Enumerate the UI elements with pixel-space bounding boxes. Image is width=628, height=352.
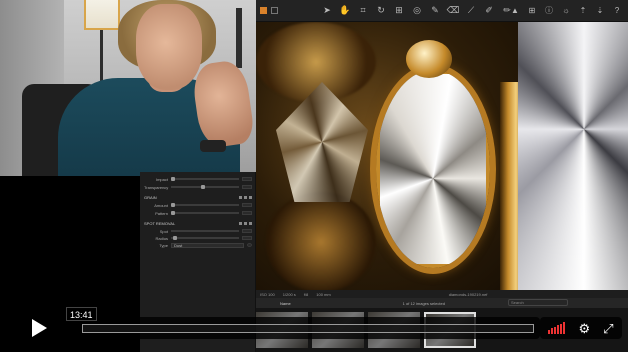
softbox-light	[84, 0, 120, 30]
help-icon[interactable]: ?	[610, 3, 624, 17]
crop-icon[interactable]: ⌗	[356, 3, 370, 17]
image-viewer[interactable]	[256, 22, 628, 290]
grain-pattern-slider[interactable]	[171, 211, 239, 215]
gold-highlight-lower	[266, 192, 376, 290]
layer-brush-icon[interactable]: ✎	[428, 3, 442, 17]
grain-pattern-row[interactable]: Pattern	[144, 210, 252, 216]
toolbar-right: ▲ ⊞ ⓘ ☼ ⇡ ⇣ ?	[508, 3, 624, 17]
radius-row[interactable]: Radius	[144, 235, 252, 241]
grid-icon[interactable]: ⊞	[525, 3, 539, 17]
cursor-icon[interactable]: ➤	[320, 3, 334, 17]
spot-slider[interactable]	[171, 230, 239, 232]
section-icons	[239, 195, 252, 199]
grain-pattern-field[interactable]	[242, 211, 252, 215]
light-stand-right	[236, 8, 242, 68]
settings-icon[interactable]: ⚙	[578, 322, 590, 335]
section-icons	[239, 221, 252, 225]
transparency-slider-row[interactable]: Transparency	[144, 184, 252, 190]
slider-label: Type	[159, 242, 168, 248]
current-time: 13:41	[66, 307, 97, 321]
impact-slider[interactable]	[171, 177, 239, 181]
type-dropdown[interactable]: Dust	[171, 242, 244, 248]
transparency-slider[interactable]	[171, 185, 239, 189]
picker-icon[interactable]	[247, 243, 252, 247]
panel-toggles	[260, 7, 278, 14]
radius-field[interactable]	[242, 236, 252, 240]
gradient-icon[interactable]: ⟋	[464, 3, 478, 17]
selection-count: 1 of 12 images selected	[402, 300, 445, 306]
grain-amount-row[interactable]: Amount	[144, 202, 252, 208]
presenter-face	[136, 4, 202, 90]
progress-bar[interactable]	[82, 324, 534, 333]
right-diamond	[518, 22, 628, 290]
play-icon	[31, 319, 47, 337]
type-row[interactable]: Type Dust	[144, 242, 252, 248]
paste-icon[interactable]: ⇣	[593, 3, 607, 17]
keystone-icon[interactable]: ⊞	[392, 3, 406, 17]
grain-amount-slider[interactable]	[171, 203, 239, 207]
sort-select[interactable]: Name	[280, 301, 291, 306]
aperture-value: f/8	[303, 291, 309, 297]
spot-field[interactable]	[242, 229, 252, 233]
spot-removal-section-header[interactable]: SPOT REMOVAL	[144, 220, 252, 226]
exif-status-bar: ISO 100 1/200 s f/8 100 mm diamonds-1902…	[256, 290, 628, 298]
section-title: SPOT REMOVAL	[144, 220, 176, 226]
volume-icon[interactable]	[548, 322, 566, 334]
focal-value: 100 mm	[316, 291, 331, 297]
progress-bar-container	[76, 317, 540, 339]
shutter-value: 1/200 s	[282, 291, 296, 297]
iso-value: ISO 100	[260, 291, 275, 297]
rotate-icon[interactable]: ↻	[374, 3, 388, 17]
presenter-bracelet	[200, 140, 226, 152]
video-controls: 13:41 ⚙ ⤢	[0, 306, 628, 352]
grain-amount-field[interactable]	[242, 203, 252, 207]
webcam-feed	[0, 0, 256, 176]
info-icon[interactable]: ⓘ	[542, 3, 556, 17]
fullscreen-icon[interactable]: ⤢	[603, 322, 613, 335]
pendant-bail	[406, 40, 452, 78]
marquise-diamond	[376, 70, 490, 268]
slider-label: Pattern	[155, 210, 168, 216]
photo-editor-app: ➤ ✋ ⌗ ↻ ⊞ ◎ ✎ ⌫ ⟋ ✐ ✏ ▲ ⊞ ⓘ ☼ ⇡ ⇣ ? ISO …	[256, 0, 628, 352]
type-dropdown-value: Dust	[174, 242, 183, 248]
warning-icon[interactable]: ▲	[508, 3, 522, 17]
browser-toggle-icon[interactable]	[260, 7, 267, 14]
play-button[interactable]	[8, 309, 66, 347]
search-input[interactable]: Search	[508, 299, 568, 306]
cursor-tools: ➤ ✋ ⌗ ↻ ⊞ ◎ ✎ ⌫ ⟋ ✐ ✏	[320, 3, 514, 17]
slider-label: Transparency	[144, 184, 169, 190]
section-title: GRAIN	[144, 194, 157, 200]
viewer-toggle-icon[interactable]	[271, 7, 278, 14]
spot-row[interactable]: Spot	[144, 228, 252, 234]
radius-slider[interactable]	[171, 236, 239, 240]
picker-icon[interactable]: ✐	[482, 3, 496, 17]
filename-label: diamonds-190219.nef	[448, 291, 488, 297]
slider-label: Amount	[154, 202, 168, 208]
adjust-icon[interactable]: ☼	[559, 3, 573, 17]
copy-icon[interactable]: ⇡	[576, 3, 590, 17]
background-diamond	[276, 82, 368, 202]
spot-icon[interactable]: ◎	[410, 3, 424, 17]
slider-label: Impact	[155, 176, 168, 182]
transparency-value-field[interactable]	[242, 185, 252, 189]
grain-section-header[interactable]: GRAIN	[144, 194, 252, 200]
player-right-controls: ⚙ ⤢	[540, 317, 622, 339]
impact-slider-row[interactable]: Impact	[144, 176, 252, 182]
pan-icon[interactable]: ✋	[338, 3, 352, 17]
impact-value-field[interactable]	[242, 177, 252, 181]
editor-toolbar: ➤ ✋ ⌗ ↻ ⊞ ◎ ✎ ⌫ ⟋ ✐ ✏ ▲ ⊞ ⓘ ☼ ⇡ ⇣ ?	[256, 0, 628, 22]
slider-label: Spot	[159, 228, 168, 234]
slider-label: Radius	[155, 235, 168, 241]
eraser-icon[interactable]: ⌫	[446, 3, 460, 17]
